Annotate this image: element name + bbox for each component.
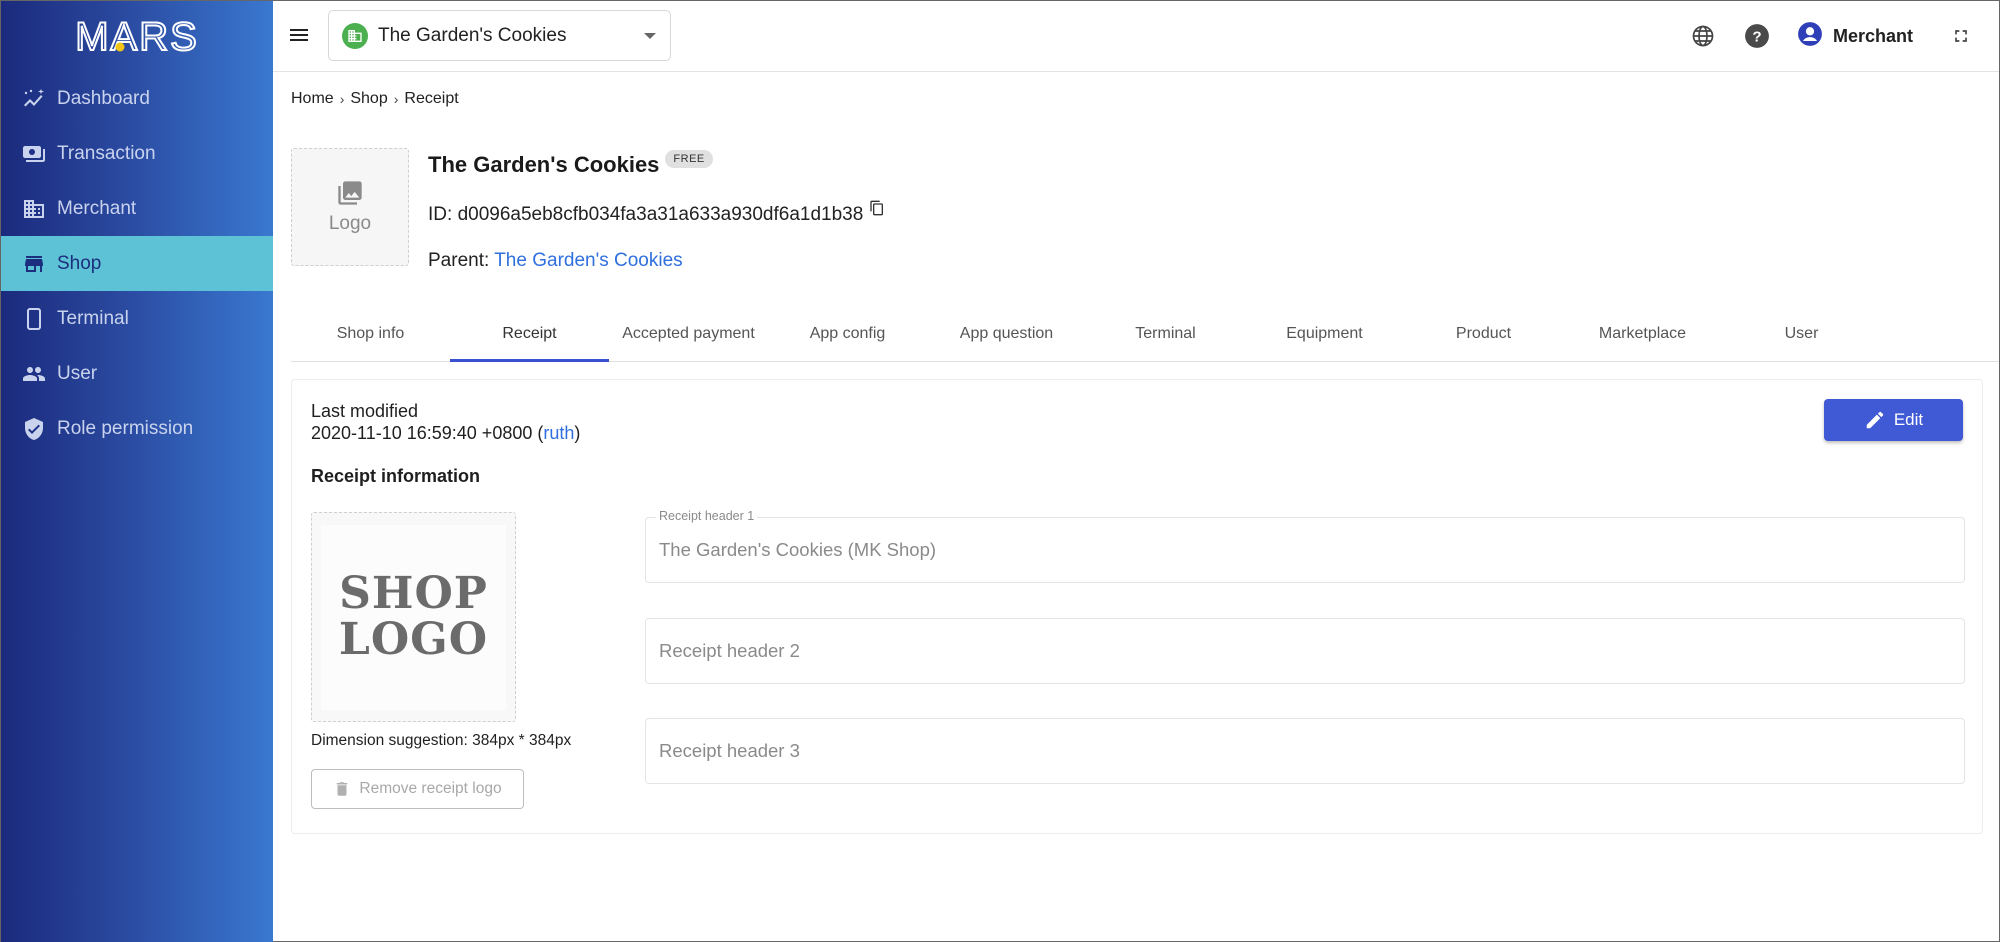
user-menu[interactable]: Merchant	[1797, 21, 1913, 52]
sidebar-item-terminal[interactable]: Terminal	[1, 291, 273, 346]
shop-icon	[21, 251, 47, 277]
tab-app-config[interactable]: App config	[768, 305, 927, 361]
svg-text:MARS: MARS	[75, 16, 199, 56]
account-icon	[1797, 21, 1823, 52]
merchant-icon	[21, 196, 47, 222]
main-content: Home › Shop › Receipt Logo The Garden's …	[273, 72, 1999, 941]
sidebar-item-shop[interactable]: Shop	[1, 236, 273, 291]
receipt-logo-upload[interactable]: SHOP LOGO	[311, 512, 516, 722]
help-icon[interactable]: ?	[1743, 22, 1771, 50]
topbar-actions: ? Merchant	[1689, 1, 1999, 71]
mars-logo[interactable]: MARS	[1, 1, 273, 71]
plan-badge: FREE	[665, 150, 713, 168]
receipt-card: Last modified 2020-11-10 16:59:40 +0800 …	[291, 379, 1983, 834]
tab-terminal[interactable]: Terminal	[1086, 305, 1245, 361]
globe-icon[interactable]	[1689, 22, 1717, 50]
sidebar-item-label: Shop	[57, 252, 102, 274]
copy-icon[interactable]	[869, 199, 885, 223]
tab-marketplace[interactable]: Marketplace	[1563, 305, 1722, 361]
pencil-icon	[1866, 411, 1884, 429]
chevron-right-icon: ›	[393, 91, 399, 107]
sidebar: MARS Dashboard Transaction Merchant Shop…	[1, 1, 273, 942]
user-icon	[21, 361, 47, 387]
sidebar-item-role-permission[interactable]: Role permission	[1, 401, 273, 456]
sidebar-item-label: User	[57, 362, 98, 384]
sidebar-item-label: Role permission	[57, 417, 194, 439]
trash-icon	[337, 782, 348, 796]
shop-id-label: ID:	[428, 204, 453, 225]
svg-text:?: ?	[1752, 28, 1761, 45]
breadcrumb: Home › Shop › Receipt	[291, 90, 459, 108]
edit-button-label: Edit	[1893, 410, 1924, 429]
logo-text-line2: LOGO	[338, 614, 489, 665]
sidebar-item-label: Transaction	[57, 142, 156, 164]
shop-selector-value: The Garden's Cookies	[378, 24, 567, 46]
remove-receipt-logo-button[interactable]: Remove receipt logo	[311, 769, 524, 809]
tab-equipment[interactable]: Equipment	[1245, 305, 1404, 361]
shop-tabs: Shop info Receipt Accepted payment App c…	[291, 305, 1999, 362]
tab-shop-info[interactable]: Shop info	[291, 305, 450, 361]
sidebar-item-user[interactable]: User	[1, 346, 273, 401]
receipt-header-3-input[interactable]	[659, 719, 1912, 783]
sidebar-nav: Dashboard Transaction Merchant Shop Term…	[1, 71, 273, 456]
shop-building-icon	[342, 22, 368, 49]
shield-icon	[21, 416, 47, 442]
tab-product[interactable]: Product	[1404, 305, 1563, 361]
last-modified: Last modified 2020-11-10 16:59:40 +0800 …	[311, 400, 580, 444]
shop-selector[interactable]: The Garden's Cookies	[328, 10, 671, 61]
tab-receipt[interactable]: Receipt	[450, 305, 609, 362]
receipt-header-2-field	[645, 618, 1965, 684]
tab-app-question[interactable]: App question	[927, 305, 1086, 361]
modified-by-link[interactable]: ruth	[543, 423, 574, 443]
sidebar-item-merchant[interactable]: Merchant	[1, 181, 273, 236]
shop-parent-label: Parent:	[428, 250, 490, 271]
logo-placeholder-text: Logo	[328, 213, 372, 234]
shop-parent-row: Parent: The Garden's Cookies	[428, 250, 683, 272]
sidebar-item-label: Dashboard	[57, 87, 150, 109]
tab-accepted-payment[interactable]: Accepted payment	[609, 305, 768, 361]
transaction-icon	[21, 141, 47, 167]
edit-button[interactable]: Edit	[1824, 399, 1963, 441]
terminal-icon	[21, 306, 47, 332]
chevron-right-icon: ›	[339, 91, 345, 107]
shop-id-value: d0096a5eb8cfb034fa3a31a633a930df6a1d1b38	[457, 204, 864, 225]
receipt-header-1-field: Receipt header 1	[645, 509, 1965, 583]
tab-user[interactable]: User	[1722, 305, 1881, 361]
last-modified-value: 2020-11-10 16:59:40 +0800 (ruth)	[311, 423, 581, 443]
fullscreen-icon[interactable]	[1947, 22, 1975, 50]
receipt-header-3-field	[645, 718, 1965, 784]
receipt-header-1-input[interactable]	[659, 518, 1912, 582]
user-name: Merchant	[1832, 25, 1913, 46]
shop-logo-placeholder[interactable]: Logo	[291, 148, 409, 266]
sidebar-item-label: Merchant	[57, 197, 137, 219]
dashboard-icon	[21, 86, 47, 112]
parent-shop-link[interactable]: The Garden's Cookies	[494, 250, 682, 271]
last-modified-time: 2020-11-10 16:59:40 +0800	[311, 423, 533, 443]
sidebar-item-dashboard[interactable]: Dashboard	[1, 71, 273, 126]
dimension-hint: Dimension suggestion: 384px * 384px	[311, 732, 572, 749]
receipt-header-2-input[interactable]	[659, 619, 1912, 683]
receipt-logo-image: SHOP LOGO	[321, 524, 506, 710]
sidebar-item-label: Terminal	[57, 307, 129, 329]
shop-title: The Garden's Cookies FREE	[428, 150, 713, 178]
breadcrumb-receipt: Receipt	[404, 90, 459, 107]
breadcrumb-shop[interactable]: Shop	[350, 90, 387, 108]
shop-name: The Garden's Cookies	[428, 152, 660, 177]
topbar: The Garden's Cookies ? Merchant	[273, 1, 1999, 72]
sidebar-item-transaction[interactable]: Transaction	[1, 126, 273, 181]
last-modified-label: Last modified	[311, 401, 419, 421]
chevron-down-icon	[644, 33, 656, 39]
breadcrumb-home[interactable]: Home	[291, 90, 334, 108]
shop-id-row: ID: d0096a5eb8cfb034fa3a31a633a930df6a1d…	[428, 200, 885, 226]
logo-text-line1: SHOP	[339, 568, 488, 619]
section-title: Receipt information	[311, 466, 481, 486]
menu-icon[interactable]	[287, 23, 311, 47]
remove-button-label: Remove receipt logo	[359, 780, 502, 797]
image-library-icon	[338, 181, 362, 205]
